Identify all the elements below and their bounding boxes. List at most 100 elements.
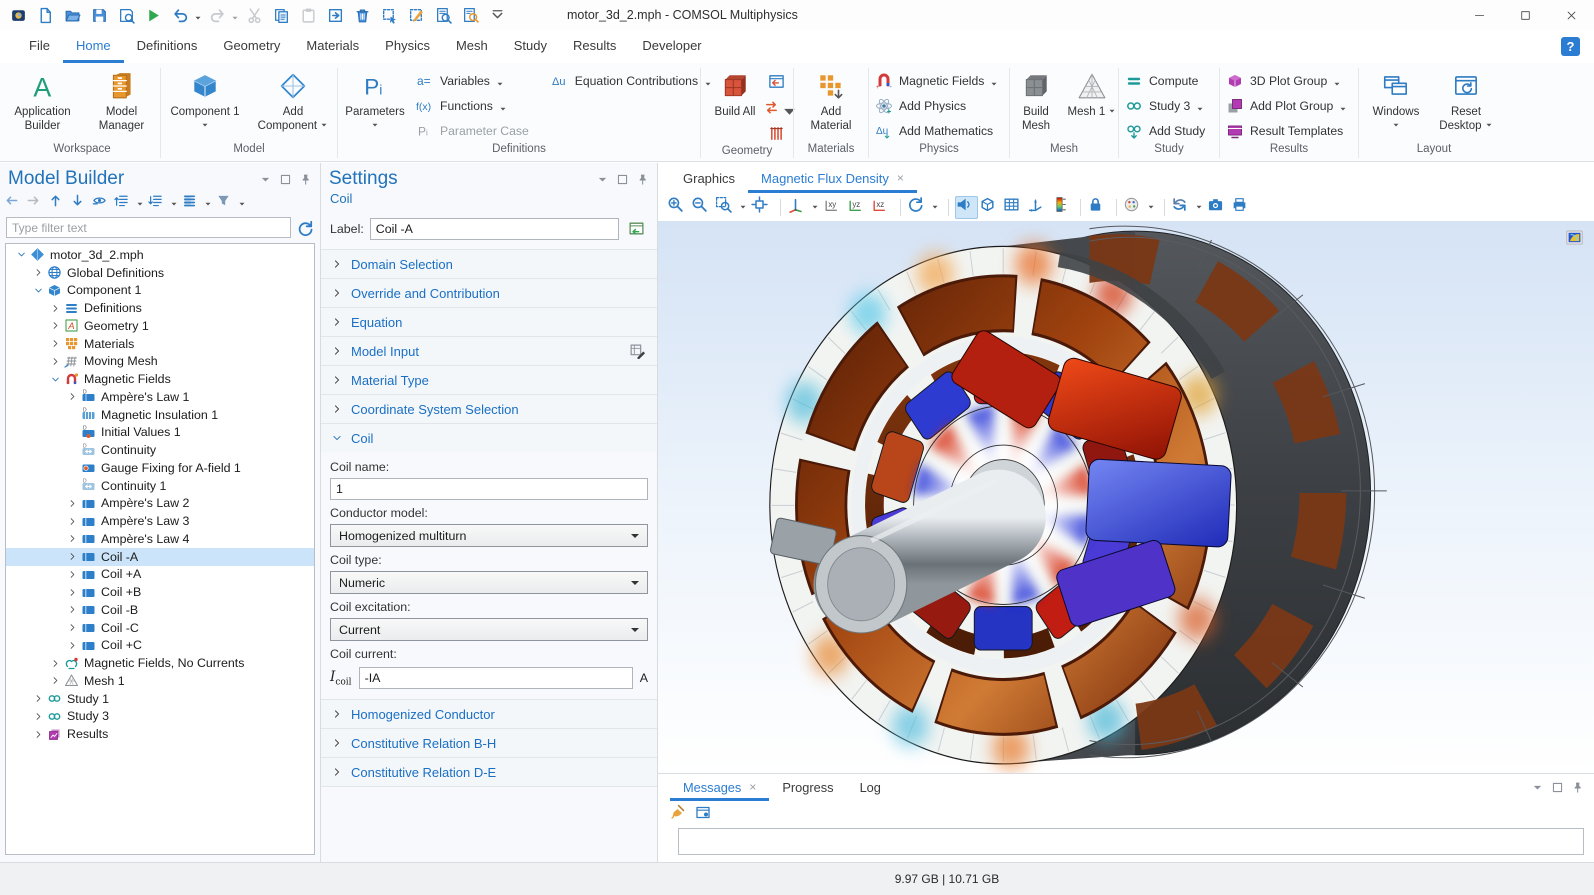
- panel-float-icon[interactable]: [1551, 781, 1564, 794]
- lock-button[interactable]: [1087, 196, 1110, 219]
- equation-contributions-button[interactable]: Δu Equation Contributions: [545, 68, 718, 93]
- tree-item-geometry-1[interactable]: AGeometry 1: [6, 317, 314, 335]
- scene-light-button[interactable]: [955, 196, 978, 219]
- windows-button[interactable]: Windows: [1367, 68, 1425, 134]
- chevron-down-icon[interactable]: [1147, 197, 1158, 218]
- color-legend-button[interactable]: [1051, 196, 1074, 219]
- open-file-button[interactable]: [59, 2, 86, 28]
- tree-item-component-1[interactable]: Component 1: [6, 282, 314, 300]
- tree-expander-icon[interactable]: [48, 336, 63, 351]
- toolbar-chevron-button[interactable]: [484, 2, 511, 28]
- tab-developer[interactable]: Developer: [629, 30, 714, 63]
- tree-filter-input[interactable]: [6, 217, 291, 238]
- zoom-box-button[interactable]: [715, 196, 738, 219]
- tab-progress[interactable]: Progress: [769, 774, 846, 801]
- tree-item-global-definitions[interactable]: Global Definitions: [6, 264, 314, 282]
- expand-all-button[interactable]: [114, 193, 135, 214]
- tab-log[interactable]: Log: [847, 774, 894, 801]
- section-constitutive-relation-b-h[interactable]: Constitutive Relation B-H: [321, 728, 657, 757]
- plot-group-3d-button[interactable]: 3D Plot Group: [1220, 68, 1353, 93]
- maximize-button[interactable]: [1502, 0, 1548, 30]
- tab-study[interactable]: Study: [501, 30, 560, 63]
- add-material-button[interactable]: Add Material: [802, 68, 860, 134]
- tree-expander-icon[interactable]: [65, 514, 80, 529]
- tree-expander-icon[interactable]: [31, 691, 46, 706]
- environment-button[interactable]: [979, 196, 1002, 219]
- compute-button[interactable]: Compute: [1119, 68, 1211, 93]
- tab-results[interactable]: Results: [560, 30, 629, 63]
- tree-item-results[interactable]: Results: [6, 725, 314, 743]
- nav-forward-button[interactable]: [26, 193, 47, 214]
- view-xy-button[interactable]: xy: [823, 196, 846, 219]
- tree-expander-icon[interactable]: [65, 549, 80, 564]
- refresh-icon[interactable]: [296, 219, 314, 237]
- model-manager-button[interactable]: Model Manager: [83, 68, 160, 134]
- section-coordinate-system-selection[interactable]: Coordinate System Selection: [321, 394, 657, 423]
- model-input-edit-icon[interactable]: [629, 343, 646, 360]
- functions-button[interactable]: f(x) Functions: [410, 93, 535, 118]
- import-geometry-button[interactable]: [764, 69, 788, 93]
- add-component-button[interactable]: Add Component: [253, 68, 333, 134]
- tree-item-amp-re-s-law-2[interactable]: Ampère's Law 2: [6, 495, 314, 513]
- section-override-and-contribution[interactable]: Override and Contribution: [321, 278, 657, 307]
- tree-expander-icon[interactable]: [65, 567, 80, 582]
- tree-expander-icon[interactable]: [65, 389, 80, 404]
- tree-expander-icon[interactable]: [31, 709, 46, 724]
- section-homogenized-conductor[interactable]: Homogenized Conductor: [321, 699, 657, 728]
- tree-expander-icon[interactable]: [31, 283, 46, 298]
- tab-physics[interactable]: Physics: [372, 30, 443, 63]
- label-input[interactable]: [370, 218, 619, 240]
- cut-button[interactable]: [241, 2, 268, 28]
- find-results-button[interactable]: [457, 2, 484, 28]
- tree-expander-icon[interactable]: [48, 372, 63, 387]
- panel-pin-icon[interactable]: [1571, 781, 1584, 794]
- tab-graphics[interactable]: Graphics: [670, 163, 748, 193]
- tree-item-magnetic-fields-no-currents[interactable]: Magnetic Fields, No Currents: [6, 654, 314, 672]
- reset-desktop-button[interactable]: Reset Desktop: [1431, 68, 1501, 134]
- show-button[interactable]: [92, 193, 113, 214]
- tree-item-initial-values-1[interactable]: DInitial Values 1: [6, 424, 314, 442]
- chevron-down-icon[interactable]: [231, 2, 241, 28]
- add-physics-button[interactable]: Add Physics: [869, 93, 1004, 118]
- paste-button[interactable]: [295, 2, 322, 28]
- tree-item-continuity[interactable]: DContinuity: [6, 441, 314, 459]
- clear-messages-button[interactable]: [669, 804, 690, 825]
- tab-magnetic-flux-density[interactable]: Magnetic Flux Density×: [748, 163, 917, 193]
- chevron-down-icon[interactable]: [1195, 197, 1206, 218]
- tree-item-study-1[interactable]: Study 1: [6, 690, 314, 708]
- panel-menu-icon[interactable]: [259, 173, 272, 186]
- tree-expander-icon[interactable]: [31, 727, 46, 742]
- section-domain-selection[interactable]: Domain Selection: [321, 249, 657, 278]
- tree-item-moving-mesh[interactable]: Moving Mesh: [6, 353, 314, 371]
- help-button[interactable]: ?: [1561, 37, 1580, 56]
- coil-type-select[interactable]: Numeric: [330, 571, 648, 594]
- build-mesh-button[interactable]: Build Mesh: [1010, 68, 1062, 134]
- save-as-button[interactable]: [113, 2, 140, 28]
- float-window-button[interactable]: [695, 804, 716, 825]
- panel-float-icon[interactable]: [279, 173, 292, 186]
- tree-item-motor-3d-2-mph[interactable]: motor_3d_2.mph: [6, 246, 314, 264]
- collapse-all-button[interactable]: [148, 193, 169, 214]
- tree-expander-icon[interactable]: [14, 247, 29, 262]
- livelink-button[interactable]: [764, 95, 788, 119]
- model-tree-view-button[interactable]: [182, 193, 203, 214]
- add-mathematics-button[interactable]: Δu Add Mathematics: [869, 118, 1004, 143]
- chevron-down-icon[interactable]: [170, 193, 181, 214]
- tree-item-definitions[interactable]: Definitions: [6, 299, 314, 317]
- tree-item-amp-re-s-law-4[interactable]: Ampère's Law 4: [6, 530, 314, 548]
- tree-expander-icon[interactable]: [65, 585, 80, 600]
- tab-file[interactable]: File: [16, 30, 63, 63]
- result-templates-button[interactable]: Result Templates: [1220, 118, 1353, 143]
- section-constitutive-relation-d-e[interactable]: Constitutive Relation D-E: [321, 757, 657, 786]
- tree-expander-icon[interactable]: [65, 602, 80, 617]
- chevron-down-icon[interactable]: [811, 197, 822, 218]
- study-3-button[interactable]: Study 3: [1119, 93, 1211, 118]
- panel-pin-icon[interactable]: [299, 173, 312, 186]
- chevron-down-icon[interactable]: [739, 197, 750, 218]
- print-button[interactable]: [1231, 196, 1254, 219]
- coil-excitation-select[interactable]: Current: [330, 618, 648, 641]
- duplicate-button[interactable]: [322, 2, 349, 28]
- delete-button[interactable]: [349, 2, 376, 28]
- panel-menu-icon[interactable]: [596, 173, 609, 186]
- palette-button[interactable]: [1123, 196, 1146, 219]
